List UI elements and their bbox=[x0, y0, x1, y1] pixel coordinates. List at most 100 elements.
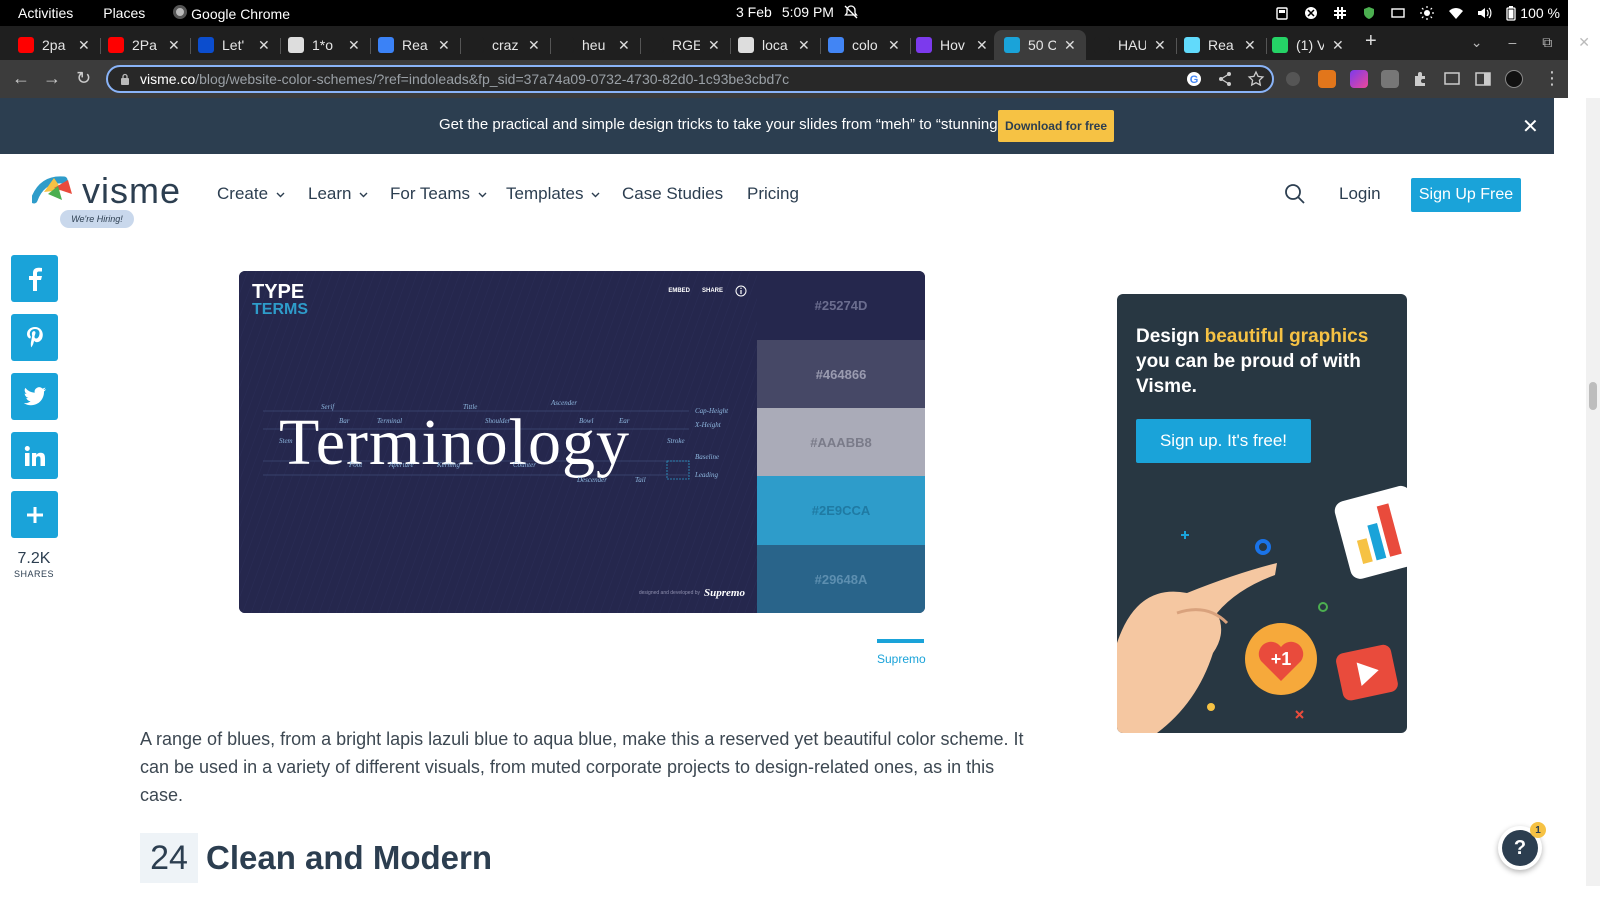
side-panel-icon[interactable] bbox=[1474, 70, 1492, 88]
screenshot-icon[interactable] bbox=[1381, 70, 1399, 88]
close-window-button[interactable]: ✕ bbox=[1578, 34, 1590, 51]
screen-cast-icon[interactable] bbox=[1390, 6, 1405, 21]
dot-icon bbox=[1207, 703, 1215, 711]
extension-color-icon[interactable] bbox=[1350, 70, 1368, 88]
swatch-4: #2E9CCA bbox=[757, 476, 925, 545]
back-button[interactable]: ← bbox=[12, 68, 30, 89]
tab-title: (1) V bbox=[1296, 37, 1324, 53]
scrollbar-thumb[interactable] bbox=[1589, 382, 1597, 410]
tab-close-button[interactable]: ✕ bbox=[438, 37, 450, 54]
tab-close-button[interactable]: ✕ bbox=[888, 37, 900, 54]
annotation-foot: Foot bbox=[349, 461, 363, 469]
share-pinterest-button[interactable] bbox=[11, 314, 58, 361]
system-tray[interactable]: 100 % bbox=[1274, 0, 1560, 26]
nav-for-teams-label: For Teams bbox=[390, 184, 470, 203]
promo-close-button[interactable]: ✕ bbox=[1522, 114, 1539, 139]
browser-tab[interactable]: (1) V ✕ bbox=[1272, 30, 1344, 60]
share-page-icon[interactable] bbox=[1216, 70, 1234, 88]
annotation-x-height: X-Height bbox=[695, 421, 721, 429]
browser-tab[interactable]: HAU ✕ bbox=[1094, 30, 1166, 60]
tab-close-button[interactable]: ✕ bbox=[348, 37, 360, 54]
volume-icon[interactable] bbox=[1477, 6, 1492, 21]
browser-tab[interactable]: Hov ✕ bbox=[916, 30, 988, 60]
tab-close-button[interactable]: ✕ bbox=[258, 37, 270, 54]
tab-search-icon[interactable]: ⌄ bbox=[1471, 34, 1483, 51]
browser-tab[interactable]: 2Pa ✕ bbox=[108, 30, 180, 60]
metamask-icon[interactable] bbox=[1318, 70, 1336, 88]
browser-tab[interactable]: heu ✕ bbox=[558, 30, 630, 60]
browser-tab[interactable]: 50 C ✕ bbox=[994, 30, 1086, 60]
browser-tab[interactable]: craz ✕ bbox=[468, 30, 540, 60]
ad-illustration: +1 bbox=[1117, 485, 1407, 733]
minimize-button[interactable]: – bbox=[1508, 34, 1516, 51]
tab-title: Hov bbox=[940, 37, 965, 53]
tab-close-button[interactable]: ✕ bbox=[708, 37, 720, 54]
browser-tab[interactable]: colo ✕ bbox=[828, 30, 900, 60]
tab-close-button[interactable]: ✕ bbox=[976, 37, 988, 54]
browser-tab[interactable]: Rea ✕ bbox=[1184, 30, 1256, 60]
nav-pricing[interactable]: Pricing bbox=[747, 184, 799, 204]
ad-headline: Design beautiful graphics you can be pro… bbox=[1136, 324, 1386, 399]
nav-templates[interactable]: Templates bbox=[506, 184, 600, 204]
nav-case-studies[interactable]: Case Studies bbox=[622, 184, 723, 204]
clock[interactable]: 3 Feb 5:09 PM bbox=[736, 4, 858, 20]
tab-title: loca bbox=[762, 37, 788, 53]
browser-tab[interactable]: RGE ✕ bbox=[648, 30, 720, 60]
share-more-button[interactable] bbox=[11, 491, 58, 538]
tab-close-button[interactable]: ✕ bbox=[618, 37, 630, 54]
ad-signup-button[interactable]: Sign up. It's free! bbox=[1136, 419, 1311, 463]
hiring-badge[interactable]: We're Hiring! bbox=[60, 210, 134, 228]
signup-button[interactable]: Sign Up Free bbox=[1411, 178, 1521, 212]
address-bar[interactable]: visme.co/blog/website-color-schemes/?ref… bbox=[106, 65, 1274, 93]
profile-avatar[interactable] bbox=[1505, 70, 1523, 88]
browser-tab[interactable]: Rea ✕ bbox=[378, 30, 450, 60]
app-menu[interactable]: Google Chrome bbox=[173, 4, 290, 22]
share-facebook-button[interactable] bbox=[11, 255, 58, 302]
slack-icon[interactable] bbox=[1332, 6, 1347, 21]
tab-close-button[interactable]: ✕ bbox=[528, 37, 540, 54]
visme-logo[interactable]: visme bbox=[32, 173, 181, 209]
share-twitter-button[interactable] bbox=[11, 373, 58, 420]
help-chat-button[interactable]: ? 1 bbox=[1498, 822, 1546, 870]
bookmark-star-icon[interactable] bbox=[1247, 70, 1265, 88]
nav-create[interactable]: Create bbox=[217, 184, 285, 204]
chrome-menu-button[interactable]: ⋮ bbox=[1543, 68, 1561, 89]
search-icon[interactable] bbox=[1284, 183, 1306, 205]
extension-mouse-icon[interactable] bbox=[1286, 72, 1300, 86]
share-linkedin-button[interactable] bbox=[11, 432, 58, 479]
shield-icon[interactable] bbox=[1361, 6, 1376, 21]
cast-icon[interactable] bbox=[1443, 70, 1461, 88]
browser-tab[interactable]: 2pa ✕ bbox=[18, 30, 90, 60]
page-scrollbar[interactable] bbox=[1586, 98, 1600, 886]
tab-close-button[interactable]: ✕ bbox=[78, 37, 90, 54]
browser-tab[interactable]: loca ✕ bbox=[738, 30, 810, 60]
sidebar-ad[interactable]: Design beautiful graphics you can be pro… bbox=[1117, 294, 1407, 733]
clipboard-icon[interactable] bbox=[1274, 6, 1289, 21]
tab-close-button[interactable]: ✕ bbox=[168, 37, 180, 54]
tab-close-button[interactable]: ✕ bbox=[1244, 37, 1256, 54]
vpn-icon[interactable] bbox=[1303, 6, 1318, 21]
forward-button[interactable]: → bbox=[43, 68, 61, 89]
image-caption-link[interactable]: Supremo bbox=[877, 652, 926, 666]
browser-tab[interactable]: Let' ✕ bbox=[198, 30, 270, 60]
extensions-puzzle-icon[interactable] bbox=[1412, 70, 1430, 88]
promo-download-button[interactable]: Download for free bbox=[998, 110, 1114, 142]
nav-for-teams[interactable]: For Teams bbox=[390, 184, 487, 204]
activities-button[interactable]: Activities bbox=[18, 5, 73, 21]
brightness-icon[interactable] bbox=[1419, 6, 1434, 21]
places-menu[interactable]: Places bbox=[103, 5, 145, 21]
tab-close-button[interactable]: ✕ bbox=[1332, 37, 1344, 54]
new-tab-button[interactable]: + bbox=[1365, 30, 1377, 53]
tab-separator bbox=[910, 38, 911, 54]
battery-status[interactable]: 100 % bbox=[1506, 5, 1560, 21]
login-link[interactable]: Login bbox=[1339, 184, 1381, 204]
tab-close-button[interactable]: ✕ bbox=[1154, 37, 1166, 54]
browser-tab[interactable]: 1*o ✕ bbox=[288, 30, 360, 60]
tab-close-button[interactable]: ✕ bbox=[798, 37, 810, 54]
google-lens-icon[interactable]: G bbox=[1185, 70, 1203, 88]
restore-button[interactable]: ⧉ bbox=[1542, 34, 1552, 51]
tab-close-button[interactable]: ✕ bbox=[1064, 37, 1076, 54]
wifi-icon[interactable] bbox=[1448, 6, 1464, 21]
reload-button[interactable]: ↻ bbox=[76, 68, 91, 89]
nav-learn[interactable]: Learn bbox=[308, 184, 368, 204]
